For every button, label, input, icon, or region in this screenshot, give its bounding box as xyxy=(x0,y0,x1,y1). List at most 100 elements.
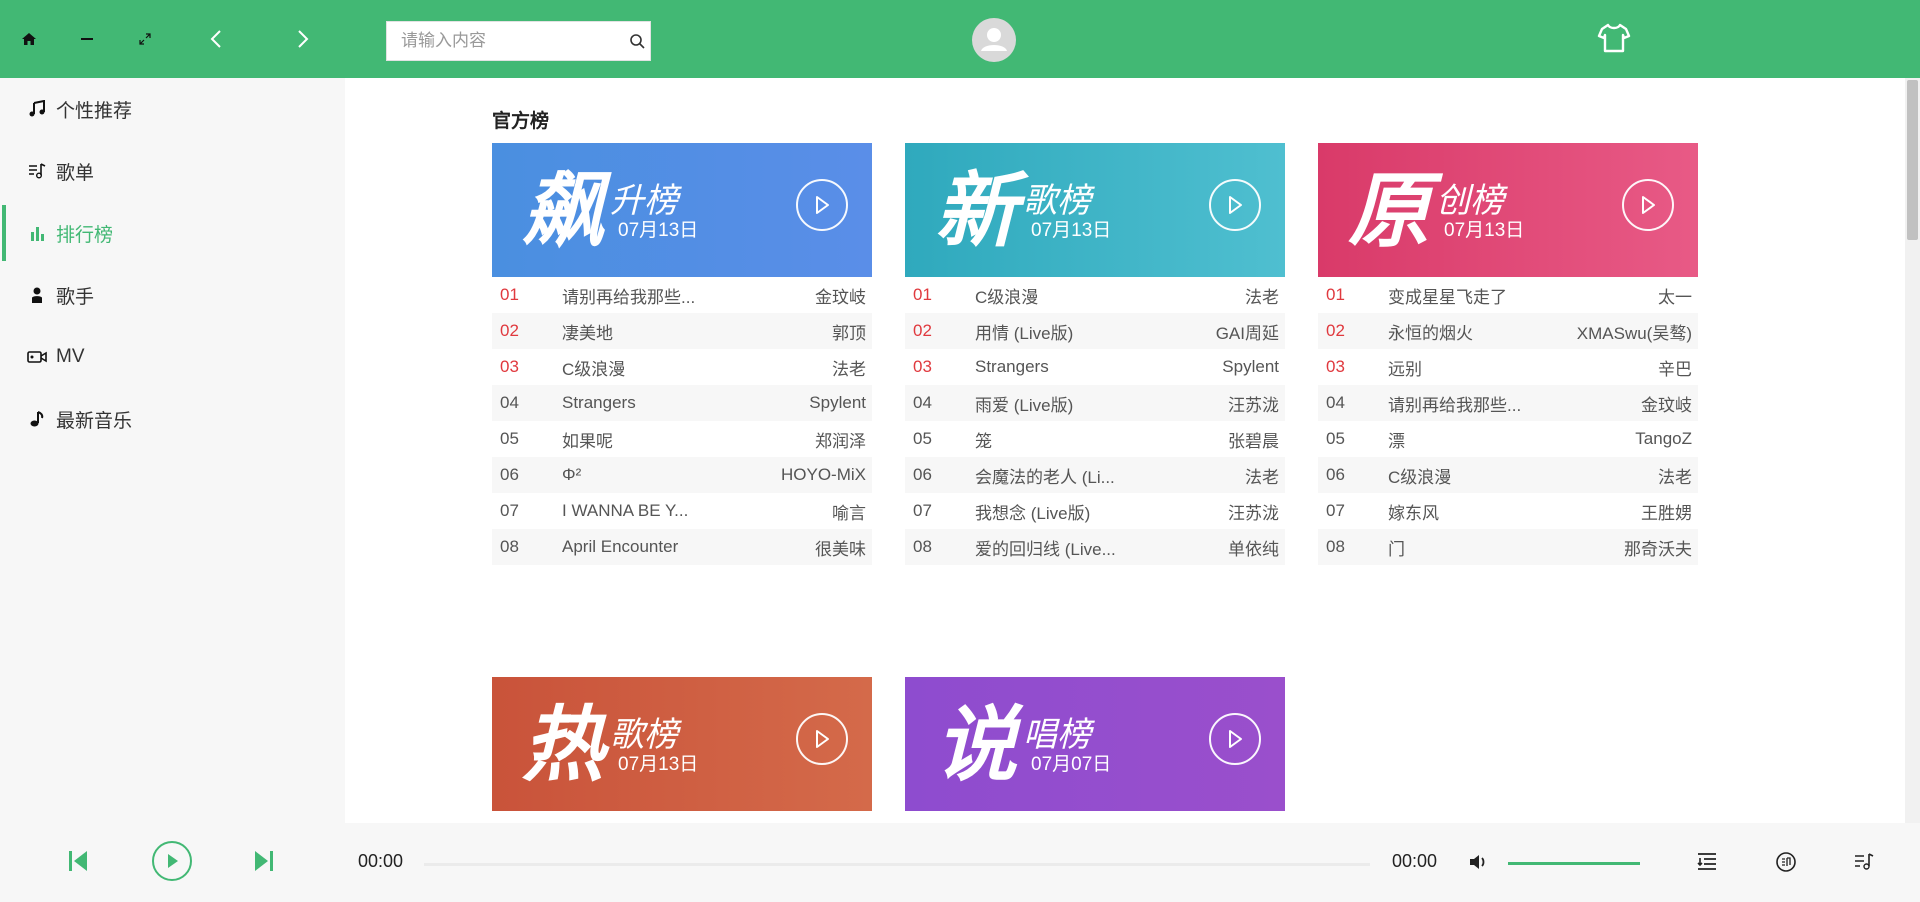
play-chart-button[interactable] xyxy=(796,713,848,765)
song-row[interactable]: 03 远别 辛巴 xyxy=(1318,349,1698,385)
song-row[interactable]: 03 C级浪漫 法老 xyxy=(492,349,872,385)
search-input[interactable] xyxy=(387,21,624,61)
song-row[interactable]: 07 嫁东风 王胜娚 xyxy=(1318,493,1698,529)
song-rank: 04 xyxy=(1326,393,1345,412)
song-list: 01 变成星星飞走了 太一 02 永恒的烟火 XMASwu(吴骜) 03 远别 辛巴 04 请… xyxy=(1318,277,1698,565)
song-rank: 08 xyxy=(500,537,519,556)
song-row[interactable]: 03 Strangers Spylent xyxy=(905,349,1285,385)
next-track-button[interactable] xyxy=(248,845,280,877)
chart-banner[interactable]: 热 歌榜 07月13日 xyxy=(492,677,872,811)
song-artist: 汪苏泷 xyxy=(1228,395,1279,415)
avatar[interactable] xyxy=(972,18,1016,62)
playlist-queue-icon xyxy=(1697,853,1716,870)
song-row[interactable]: 05 笼 张碧晨 xyxy=(905,421,1285,457)
song-name: 雨爱 (Live版) xyxy=(975,395,1074,415)
sidebar-item-label: 排行榜 xyxy=(56,224,114,246)
page-title: 官方榜 xyxy=(492,111,550,132)
song-list-button[interactable] xyxy=(1850,848,1878,876)
song-row[interactable]: 05 漂 TangoZ xyxy=(1318,421,1698,457)
song-row[interactable]: 07 我想念 (Live版) 汪苏泷 xyxy=(905,493,1285,529)
song-row[interactable]: 08 门 那奇沃夫 xyxy=(1318,529,1698,565)
play-chart-button[interactable] xyxy=(1209,179,1261,231)
song-rank: 08 xyxy=(1326,537,1345,556)
song-rank: 07 xyxy=(913,501,932,520)
song-rank: 06 xyxy=(913,465,932,484)
chart-banner[interactable]: 飙 升榜 07月13日 xyxy=(492,143,872,277)
song-row[interactable]: 02 凄美地 郭顶 xyxy=(492,313,872,349)
playlist-queue-button[interactable] xyxy=(1693,848,1721,876)
song-row[interactable]: 06 Φ² HOYO-MiX xyxy=(492,457,872,493)
sidebar-item-charts[interactable]: 排行榜 xyxy=(0,202,345,264)
play-chart-button[interactable] xyxy=(1209,713,1261,765)
song-rank: 03 xyxy=(500,357,519,376)
song-artist: 单依纯 xyxy=(1228,539,1279,559)
song-row[interactable]: 07 I WANNA BE Y... 喻言 xyxy=(492,493,872,529)
song-row[interactable]: 06 会魔法的老人 (Li... 法老 xyxy=(905,457,1285,493)
sidebar-item-label: 个性推荐 xyxy=(56,100,133,122)
song-name: I WANNA BE Y... xyxy=(562,501,689,520)
song-rank: 06 xyxy=(1326,465,1345,484)
song-row[interactable]: 01 请别再给我那些... 金玟岐 xyxy=(492,277,872,313)
prev-track-button[interactable] xyxy=(62,845,94,877)
song-row[interactable]: 02 永恒的烟火 XMASwu(吴骜) xyxy=(1318,313,1698,349)
play-button[interactable] xyxy=(152,841,192,881)
volume-slider[interactable] xyxy=(1508,862,1640,865)
person-icon xyxy=(26,284,48,306)
song-row[interactable]: 04 Strangers Spylent xyxy=(492,385,872,421)
song-name: 嫁东风 xyxy=(1388,503,1439,523)
scrollbar-thumb[interactable] xyxy=(1907,80,1918,240)
sidebar-item-new-music[interactable]: 最新音乐 xyxy=(0,388,345,450)
chart-char: 热 xyxy=(522,698,604,793)
search-icon[interactable] xyxy=(624,22,650,60)
back-icon[interactable] xyxy=(202,24,232,54)
song-rank: 03 xyxy=(913,357,932,376)
progress-bar[interactable] xyxy=(424,863,1370,866)
sidebar-item-label: 歌单 xyxy=(56,162,95,184)
song-row[interactable]: 08 爱的回归线 (Live... 单依纯 xyxy=(905,529,1285,565)
song-name: 如果呢 xyxy=(562,431,613,451)
play-chart-button[interactable] xyxy=(1622,179,1674,231)
song-artist: 辛巴 xyxy=(1658,359,1692,379)
forward-icon[interactable] xyxy=(287,24,317,54)
song-name: C级浪漫 xyxy=(975,287,1039,307)
chart-banner[interactable]: 说 唱榜 07月07日 xyxy=(905,677,1285,811)
song-row[interactable]: 06 C级浪漫 法老 xyxy=(1318,457,1698,493)
lyrics-button[interactable] xyxy=(1772,848,1800,876)
chart-date: 07月07日 xyxy=(1031,754,1112,775)
song-name: 用情 (Live版) xyxy=(975,323,1074,343)
song-artist: 喻言 xyxy=(832,503,866,523)
search-box xyxy=(386,21,651,61)
song-row[interactable]: 08 April Encounter 很美味 xyxy=(492,529,872,565)
sidebar-item-recommend[interactable]: 个性推荐 xyxy=(0,78,345,140)
home-icon[interactable] xyxy=(14,24,44,54)
song-artist: 很美味 xyxy=(815,539,866,559)
minimize-icon[interactable] xyxy=(72,24,102,54)
sidebar-item-singers[interactable]: 歌手 xyxy=(0,264,345,326)
play-chart-button[interactable] xyxy=(796,179,848,231)
song-row[interactable]: 01 变成星星飞走了 太一 xyxy=(1318,277,1698,313)
sidebar-item-playlist[interactable]: 歌单 xyxy=(0,140,345,202)
fullscreen-icon[interactable] xyxy=(130,24,160,54)
song-name: C级浪漫 xyxy=(562,359,626,379)
chart-banner[interactable]: 原 创榜 07月13日 xyxy=(1318,143,1698,277)
song-rank: 01 xyxy=(500,285,519,304)
play-icon xyxy=(816,196,829,214)
song-rank: 07 xyxy=(500,501,519,520)
new-music-icon xyxy=(26,408,48,430)
song-rank: 01 xyxy=(1326,285,1345,304)
song-row[interactable]: 04 请别再给我那些... 金玟岐 xyxy=(1318,385,1698,421)
volume-button[interactable] xyxy=(1466,849,1492,875)
chart-banner[interactable]: 新 歌榜 07月13日 xyxy=(905,143,1285,277)
song-row[interactable]: 04 雨爱 (Live版) 汪苏泷 xyxy=(905,385,1285,421)
song-rank: 05 xyxy=(500,429,519,448)
song-name: 请别再给我那些... xyxy=(1388,395,1522,415)
song-row[interactable]: 05 如果呢 郑润泽 xyxy=(492,421,872,457)
song-name: Φ² xyxy=(562,465,582,484)
chart-card-hot: 热 歌榜 07月13日 xyxy=(492,677,872,811)
video-icon xyxy=(26,346,48,368)
chart-date: 07月13日 xyxy=(618,220,699,241)
song-row[interactable]: 02 用情 (Live版) GAI周延 xyxy=(905,313,1285,349)
tshirt-icon[interactable] xyxy=(1596,20,1632,56)
sidebar-item-mv[interactable]: MV xyxy=(0,326,345,388)
song-row[interactable]: 01 C级浪漫 法老 xyxy=(905,277,1285,313)
